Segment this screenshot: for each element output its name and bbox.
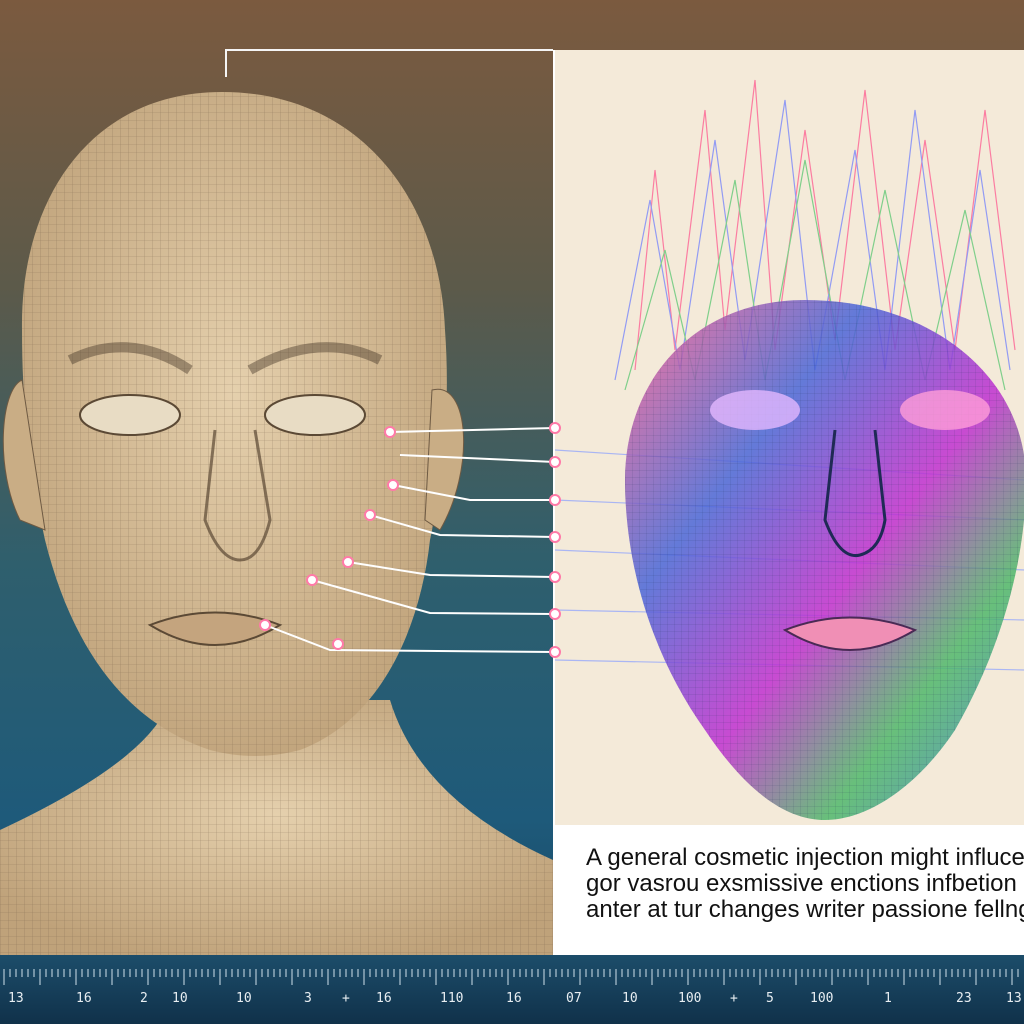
scale-label: 13 bbox=[1006, 991, 1022, 1006]
scale-label: 100 bbox=[678, 991, 702, 1006]
callout-dot bbox=[364, 509, 376, 521]
callout-dot bbox=[342, 556, 354, 568]
scale-label: 100 bbox=[810, 991, 834, 1006]
scale-label: 1 bbox=[884, 991, 892, 1006]
caption-box: A general cosmetic injection might influ… bbox=[553, 825, 1024, 955]
scale-label: 10 bbox=[172, 991, 188, 1006]
scale-label: 110 bbox=[440, 991, 464, 1006]
callout-dot bbox=[549, 456, 561, 468]
callout-dot bbox=[384, 426, 396, 438]
callout-dot bbox=[549, 571, 561, 583]
callout-dot bbox=[549, 494, 561, 506]
callout-dot bbox=[549, 422, 561, 434]
scale-bar: 13 16 2 10 10 3 + 16 110 16 07 10 100 + … bbox=[0, 955, 1024, 1024]
scale-label: 16 bbox=[376, 991, 392, 1006]
scale-label: 16 bbox=[76, 991, 92, 1006]
scale-label: 2 bbox=[140, 991, 148, 1006]
caption-line-1: A general cosmetic injection might influ… bbox=[586, 844, 1024, 871]
callout-dot bbox=[259, 619, 271, 631]
scale-label: 10 bbox=[236, 991, 252, 1006]
caption-line-2: gor vasrou exsmissive enctions infbetion… bbox=[586, 870, 1024, 897]
scale-label: 13 bbox=[8, 991, 24, 1006]
scale-label: 16 bbox=[506, 991, 522, 1006]
scale-label: 3 bbox=[304, 991, 312, 1006]
scale-label: 10 bbox=[622, 991, 638, 1006]
caption-line-3: anter at tur changes writer passione fel… bbox=[586, 896, 1024, 923]
scale-label: 07 bbox=[566, 991, 582, 1006]
callout-dot bbox=[549, 646, 561, 658]
callout-dot bbox=[332, 638, 344, 650]
callout-dot bbox=[387, 479, 399, 491]
callout-dot bbox=[549, 531, 561, 543]
scale-label: 23 bbox=[956, 991, 972, 1006]
callout-dot bbox=[549, 608, 561, 620]
scale-label: + bbox=[342, 991, 350, 1006]
scale-ticks bbox=[3, 969, 1019, 985]
scale-label: + bbox=[730, 991, 738, 1006]
scale-label: 5 bbox=[766, 991, 774, 1006]
callout-dot bbox=[306, 574, 318, 586]
